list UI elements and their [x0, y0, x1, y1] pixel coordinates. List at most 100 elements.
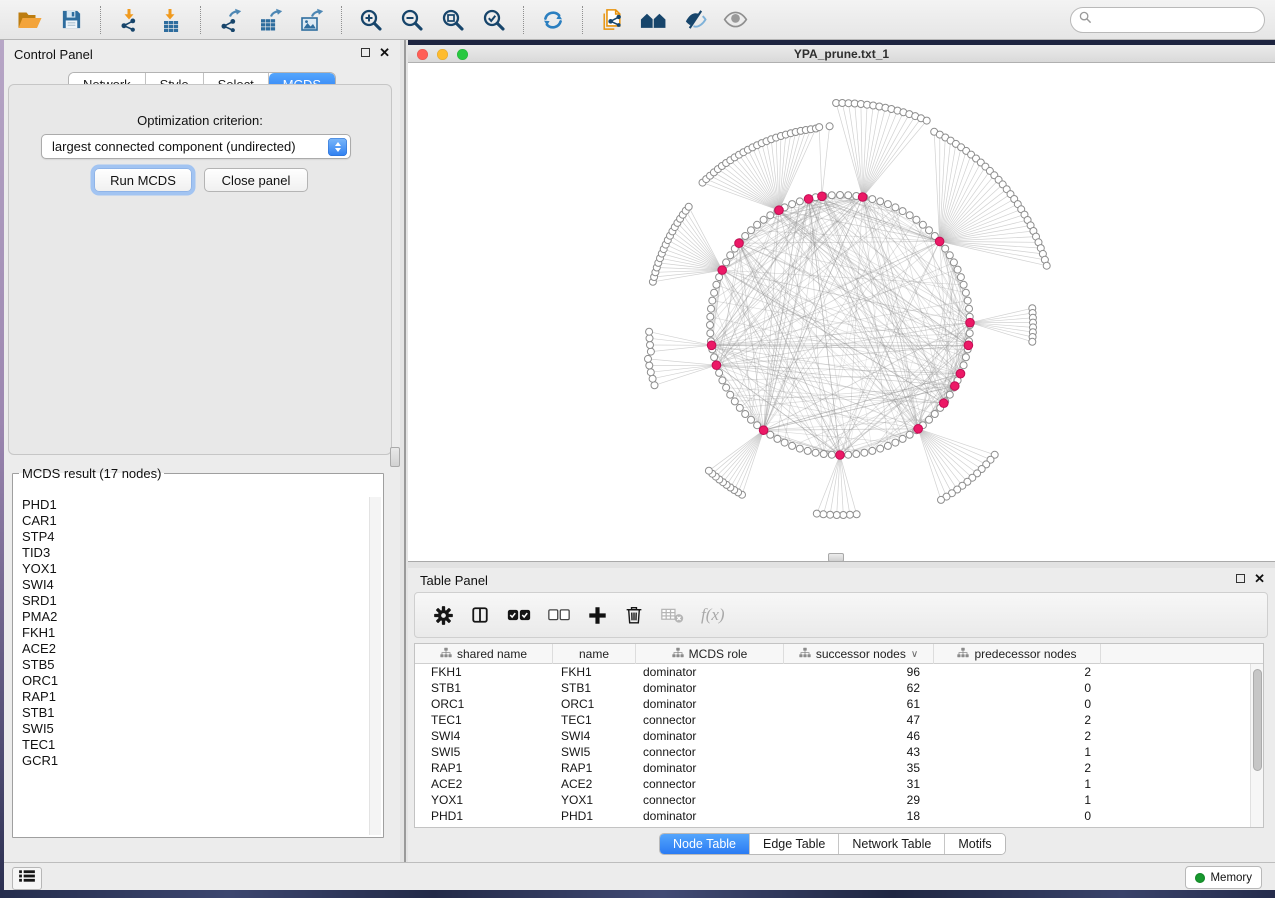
mcds-result-item[interactable]: CAR1	[14, 513, 369, 529]
column-header-successor-nodes[interactable]: successor nodes∨	[784, 644, 934, 664]
table-row[interactable]: ACE2ACE2connector311	[415, 776, 1250, 792]
table-row[interactable]: STB1STB1dominator620	[415, 680, 1250, 696]
network-hub-node[interactable]	[951, 382, 960, 391]
network-node[interactable]	[950, 259, 957, 266]
horizontal-splitter[interactable]	[408, 561, 1275, 568]
network-node[interactable]	[804, 447, 811, 454]
network-node[interactable]	[646, 328, 653, 335]
network-node[interactable]	[960, 281, 967, 288]
mcds-result-item[interactable]: GCR1	[14, 753, 369, 769]
network-node[interactable]	[926, 416, 933, 423]
network-node[interactable]	[723, 384, 730, 391]
table-row[interactable]: SWI4SWI4dominator462	[415, 728, 1250, 744]
network-node[interactable]	[964, 297, 971, 304]
network-node[interactable]	[946, 252, 953, 259]
tab-node-table[interactable]: Node Table	[660, 834, 750, 854]
network-node[interactable]	[906, 431, 913, 438]
network-node[interactable]	[649, 375, 656, 382]
mcds-result-item[interactable]: PMA2	[14, 609, 369, 625]
network-node[interactable]	[774, 435, 781, 442]
network-node[interactable]	[742, 233, 749, 240]
network-node[interactable]	[840, 512, 847, 519]
network-node[interactable]	[828, 192, 835, 199]
close-traffic-icon[interactable]	[417, 49, 428, 60]
tab-network-table[interactable]: Network Table	[839, 834, 945, 854]
network-node[interactable]	[646, 335, 653, 342]
network-node[interactable]	[731, 398, 738, 405]
network-node[interactable]	[645, 355, 652, 362]
network-node[interactable]	[942, 245, 949, 252]
network-node[interactable]	[919, 221, 926, 228]
network-node[interactable]	[708, 305, 715, 312]
network-node[interactable]	[705, 467, 712, 474]
network-node[interactable]	[960, 362, 967, 369]
network-node[interactable]	[789, 201, 796, 208]
network-node[interactable]	[723, 259, 730, 266]
network-node[interactable]	[711, 289, 718, 296]
network-hub-node[interactable]	[707, 341, 716, 350]
network-node[interactable]	[906, 212, 913, 219]
network-hub-node[interactable]	[718, 266, 727, 275]
folder-open-icon[interactable]	[14, 4, 46, 36]
network-node[interactable]	[853, 451, 860, 458]
network-node[interactable]	[957, 274, 964, 281]
network-node[interactable]	[827, 511, 834, 518]
import-table-icon[interactable]	[155, 4, 187, 36]
network-hub-node[interactable]	[818, 192, 827, 201]
mcds-result-item[interactable]: ORC1	[14, 673, 369, 689]
network-node[interactable]	[1043, 262, 1050, 269]
import-network-icon[interactable]	[114, 4, 146, 36]
column-header-shared-name[interactable]: shared name	[415, 644, 553, 664]
network-node[interactable]	[812, 449, 819, 456]
optimization-select[interactable]: largest connected component (undirected)	[41, 134, 351, 159]
network-node[interactable]	[966, 305, 973, 312]
network-node[interactable]	[736, 404, 743, 411]
network-node[interactable]	[789, 442, 796, 449]
network-node[interactable]	[1029, 338, 1036, 345]
float-icon[interactable]	[1236, 574, 1245, 583]
table-scrollbar[interactable]	[1250, 664, 1263, 827]
network-node[interactable]	[877, 198, 884, 205]
column-header-name[interactable]: name	[553, 644, 636, 664]
network-node[interactable]	[719, 377, 726, 384]
network-node[interactable]	[892, 439, 899, 446]
network-node[interactable]	[727, 391, 734, 398]
network-node[interactable]	[826, 123, 833, 130]
network-node[interactable]	[846, 511, 853, 518]
network-hub-node[interactable]	[759, 426, 768, 435]
network-node[interactable]	[845, 192, 852, 199]
task-history-button[interactable]	[12, 867, 42, 890]
tab-edge-table[interactable]: Edge Table	[750, 834, 839, 854]
network-hub-node[interactable]	[858, 193, 867, 202]
table-row[interactable]: ORC1ORC1dominator610	[415, 696, 1250, 712]
network-node[interactable]	[861, 449, 868, 456]
houses-icon[interactable]	[637, 4, 669, 36]
gear-icon[interactable]	[433, 603, 453, 627]
mcds-result-item[interactable]: YOX1	[14, 561, 369, 577]
network-node[interactable]	[713, 281, 720, 288]
network-node[interactable]	[899, 435, 906, 442]
mcds-result-item[interactable]: FKH1	[14, 625, 369, 641]
close-icon[interactable]: ✕	[379, 47, 390, 58]
network-node[interactable]	[685, 203, 692, 210]
network-hub-node[interactable]	[935, 237, 944, 246]
network-hub-node[interactable]	[964, 341, 973, 350]
mcds-result-item[interactable]: TID3	[14, 545, 369, 561]
network-hub-node[interactable]	[804, 195, 813, 204]
network-node[interactable]	[813, 510, 820, 517]
export-table-icon[interactable]	[255, 4, 287, 36]
network-node[interactable]	[796, 198, 803, 205]
table-row[interactable]: TEC1TEC1connector472	[415, 712, 1250, 728]
mcds-result-item[interactable]: PHD1	[14, 497, 369, 513]
network-node[interactable]	[748, 227, 755, 234]
export-image-icon[interactable]	[296, 4, 328, 36]
float-icon[interactable]	[361, 48, 370, 57]
network-node[interactable]	[833, 512, 840, 519]
zoom-in-icon[interactable]	[355, 4, 387, 36]
zoom-selected-icon[interactable]	[478, 4, 510, 36]
network-node[interactable]	[709, 297, 716, 304]
network-node[interactable]	[892, 204, 899, 211]
deselect-all-icon[interactable]	[548, 603, 570, 627]
add-icon[interactable]	[587, 603, 607, 627]
network-hub-node[interactable]	[940, 399, 949, 408]
